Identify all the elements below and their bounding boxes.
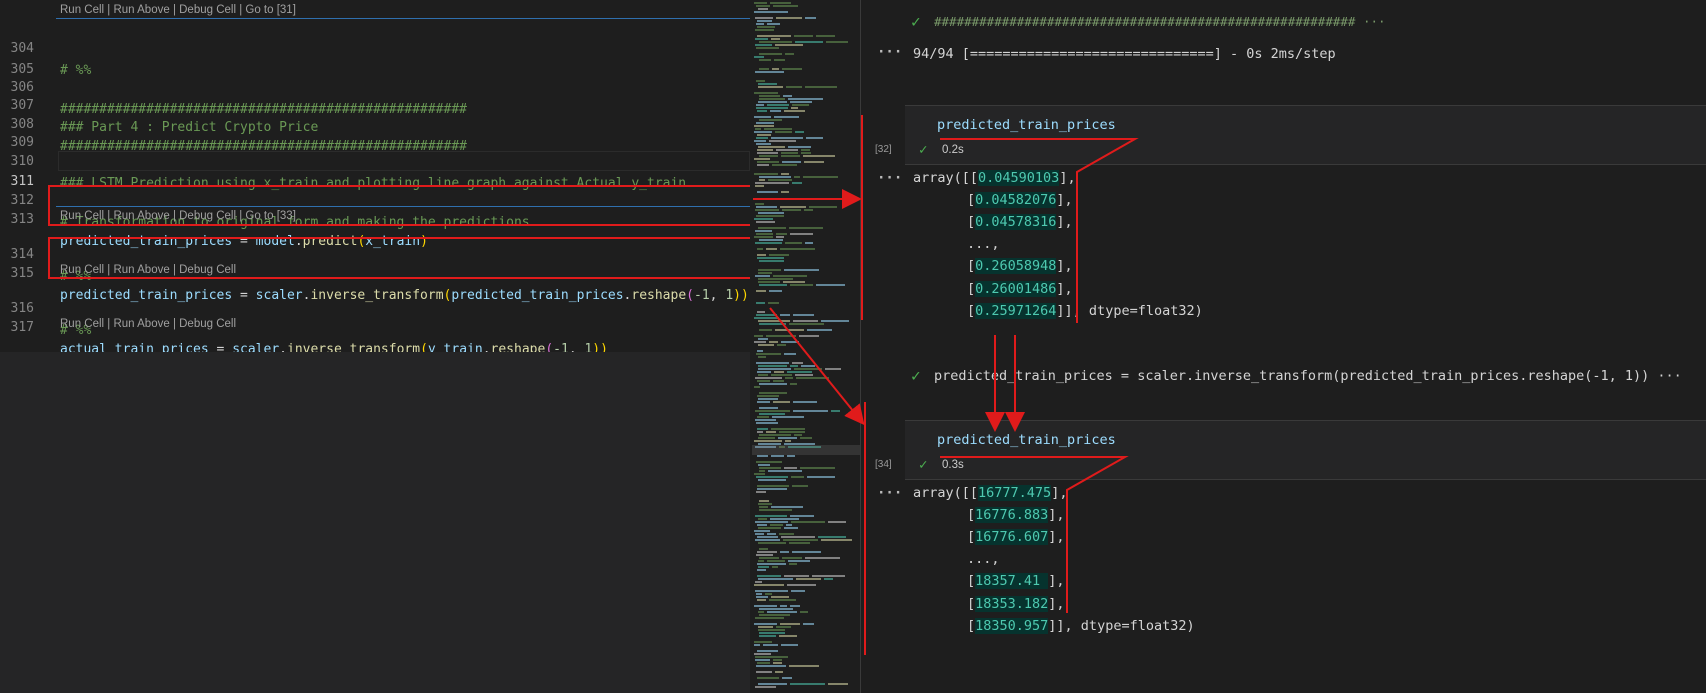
bracket-output-34: [940, 456, 1129, 613]
arrow-to-cell-34: [769, 307, 865, 426]
bracket-output-32: [940, 138, 1139, 323]
annotation-overlay: [753, 115, 1139, 655]
